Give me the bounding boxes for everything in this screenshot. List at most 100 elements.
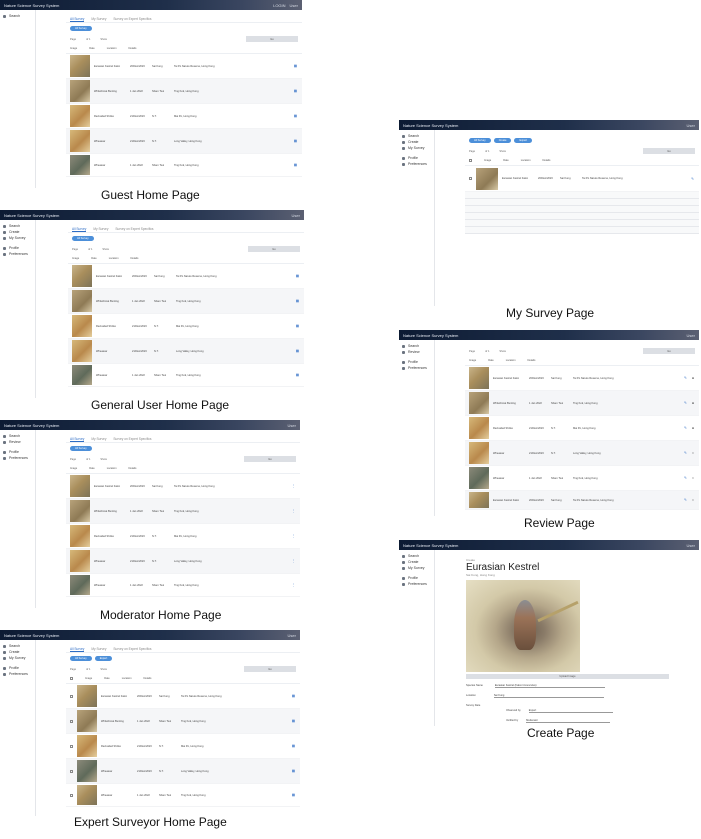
select-all-checkbox[interactable] — [70, 677, 73, 680]
pill-all[interactable]: All Survey — [70, 26, 92, 31]
edit-icon[interactable]: ✎ — [684, 401, 692, 405]
sidebar-item-review[interactable]: Review — [0, 439, 35, 445]
edit-icon[interactable]: ✎ — [691, 177, 699, 181]
sidebar-item-search[interactable]: Search — [0, 13, 35, 19]
pill-all[interactable]: All Survey — [469, 138, 491, 143]
view-icon[interactable]: ▦ — [292, 793, 300, 797]
pending-icon[interactable]: ○ — [692, 476, 699, 480]
table-row[interactable]: Wheatear 21/Dec/2023 N.T. Long Valley, Hong… — [66, 759, 300, 784]
pending-icon[interactable]: ○ — [692, 451, 699, 455]
tab-expert[interactable]: Survey on Expert Specifics — [115, 227, 153, 232]
view-icon[interactable]: ▦ — [292, 769, 300, 773]
pill-create[interactable]: Create — [493, 138, 512, 143]
go-button[interactable]: Go — [248, 246, 300, 252]
tab-my[interactable]: My Survey — [91, 437, 106, 442]
table-row[interactable]: Wheatear 21/Dec/2023 N.T. Long Valley, Hong… — [465, 441, 699, 466]
menu-icon[interactable]: ⋮ — [292, 583, 301, 587]
view-icon[interactable]: ▦ — [294, 114, 302, 118]
tab-expert[interactable]: Survey on Expert Specifics — [113, 17, 151, 22]
row-checkbox[interactable] — [469, 177, 472, 180]
table-row[interactable]: Red-tailed Shrike 21/Dec/2023 N.T. Mai Po, … — [68, 314, 304, 339]
sidebar-item-preferences[interactable]: Preferences — [399, 365, 434, 371]
upload-image-button[interactable]: Upload Image — [466, 674, 669, 679]
tab-my[interactable]: My Survey — [93, 227, 108, 232]
view-icon[interactable]: ▦ — [294, 64, 302, 68]
edit-icon[interactable]: ✎ — [684, 376, 692, 380]
tab-all[interactable]: All Survey — [72, 227, 87, 232]
view-icon[interactable]: ▦ — [294, 139, 302, 143]
view-icon[interactable]: ▦ — [294, 163, 302, 167]
table-row[interactable]: Eurasian Kestrel Falco 20/Dec/2023 Sai Kun… — [465, 366, 699, 391]
pill-all[interactable]: All Survey — [72, 236, 94, 241]
table-row[interactable]: Whitethroat Bunting 1 Jan 2022 Sham Tsui Ti… — [465, 391, 699, 416]
row-checkbox[interactable] — [70, 793, 73, 797]
tab-my[interactable]: My Survey — [91, 17, 106, 22]
view-icon[interactable]: ▦ — [294, 89, 302, 93]
edit-icon[interactable]: ✎ — [684, 451, 692, 455]
go-button[interactable]: Go — [246, 36, 298, 42]
tab-my[interactable]: My Survey — [91, 647, 106, 652]
view-icon[interactable]: ▦ — [296, 349, 304, 353]
location-input[interactable]: Sai Kung — [493, 694, 604, 698]
edit-icon[interactable]: ✎ — [684, 498, 692, 502]
menu-icon[interactable]: ⋮ — [292, 484, 301, 488]
pill-all[interactable]: All Survey — [70, 656, 92, 661]
pill-all[interactable]: All Survey — [70, 446, 92, 451]
sidebar-item-my-survey[interactable]: My Survey — [0, 655, 35, 661]
table-row[interactable]: Wheatear 1 Jan 2022 Sham Tsui Ting Kok, Hon… — [465, 466, 699, 491]
menu-icon[interactable]: ⋮ — [292, 559, 301, 563]
sidebar-item-preferences[interactable]: Preferences — [0, 251, 35, 257]
select-all-checkbox[interactable] — [469, 159, 472, 162]
table-row[interactable]: Eurasian Kestrel Falco 20/Dec/2023 Sai Kun… — [68, 264, 304, 289]
table-row[interactable]: Eurasian Kestrel Falco 20/Dec/2023 Sai Kun… — [66, 54, 302, 79]
tab-expert[interactable]: Survey on Expert Specifics — [113, 437, 151, 442]
row-checkbox[interactable] — [70, 744, 73, 748]
pending-icon[interactable]: ○ — [692, 498, 699, 502]
sidebar-item-review[interactable]: Review — [399, 349, 434, 355]
table-row[interactable]: Eurasian Kestrel Falco 20/Dec/2023 Sai Kun… — [66, 474, 300, 499]
tab-all[interactable]: All Survey — [70, 437, 85, 442]
table-row[interactable]: Wheatear 21/Dec/2023 N.T. Long Valley, Hong… — [66, 129, 302, 154]
view-icon[interactable]: ▦ — [292, 719, 300, 723]
login-link[interactable]: LOGIN — [273, 3, 285, 8]
table-row[interactable]: Wheatear 21/Dec/2023 N.T. Long Valley, Hong… — [68, 339, 304, 364]
table-row[interactable]: Eurasian Kestrel Falco 20/Dec/2023 Sai Kun… — [66, 684, 300, 709]
table-row[interactable]: Whitethroat Bunting 1 Jan 2022 Sham Tsui Ti… — [68, 289, 304, 314]
approve-icon[interactable]: ● — [692, 401, 699, 405]
table-row[interactable]: Red-tailed Shrike 21/Dec/2023 N.T. Mai Po, … — [66, 734, 300, 759]
sidebar-item-my-survey[interactable]: My Survey — [399, 145, 434, 151]
table-row[interactable]: Wheatear 1 Jan 2022 Sham Tsui Ting Kok, Hon… — [66, 154, 302, 177]
row-checkbox[interactable] — [70, 719, 73, 723]
table-row[interactable]: Wheatear 1 Jan 2022 Sham Tsui Ting Kok, Hon… — [66, 784, 300, 807]
table-row[interactable]: Red-tailed Shrike 21/Dec/2023 N.T. Mai Po, … — [66, 524, 300, 549]
menu-icon[interactable]: ⋮ — [292, 534, 301, 538]
go-button[interactable]: Go — [643, 148, 695, 154]
go-button[interactable]: Go — [244, 456, 296, 462]
view-icon[interactable]: ▦ — [296, 324, 304, 328]
sidebar-item-preferences[interactable]: Preferences — [0, 671, 35, 677]
table-row[interactable]: Wheatear 21/Dec/2023 N.T. Long Valley, Hong… — [66, 549, 300, 574]
table-row[interactable]: Whitethroat Bunting 1 Jan 2022 Sham Tsui Ti… — [66, 79, 302, 104]
edit-icon[interactable]: ✎ — [684, 426, 692, 430]
tab-all[interactable]: All Survey — [70, 17, 85, 22]
sidebar-item-preferences[interactable]: Preferences — [399, 161, 434, 167]
go-button[interactable]: Go — [244, 666, 296, 672]
go-button[interactable]: Go — [643, 348, 695, 354]
table-row[interactable]: Whitethroat Bunting 1 Jan 2022 Sham Tsui Ti… — [66, 709, 300, 734]
pill-expert[interactable]: Expert — [94, 656, 113, 661]
approve-icon[interactable]: ● — [692, 376, 699, 380]
row-checkbox[interactable] — [70, 694, 73, 698]
table-row[interactable]: Eurasian Kestrel Falco 20/Dec/2023 Sai Kun… — [465, 491, 699, 510]
edit-icon[interactable]: ✎ — [684, 476, 692, 480]
verified-input[interactable]: Moderator — [526, 719, 611, 723]
observed-input[interactable]: Expert — [528, 709, 613, 713]
approve-icon[interactable]: ● — [692, 426, 699, 430]
view-icon[interactable]: ▦ — [296, 274, 304, 278]
pill-expert[interactable]: Expert — [514, 138, 532, 143]
row-checkbox[interactable] — [70, 769, 73, 773]
species-input[interactable]: Eurasian Kestrel (Falco tinnunculus) — [494, 684, 605, 688]
table-row[interactable]: Whitethroat Bunting 1 Jan 2022 Sham Tsui Ti… — [66, 499, 300, 524]
table-row[interactable]: Wheatear 1 Jan 2022 Sham Tsui Ting Kok, Hon… — [66, 574, 300, 597]
view-icon[interactable]: ▦ — [296, 373, 304, 377]
sidebar-item-preferences[interactable]: Preferences — [399, 581, 434, 587]
